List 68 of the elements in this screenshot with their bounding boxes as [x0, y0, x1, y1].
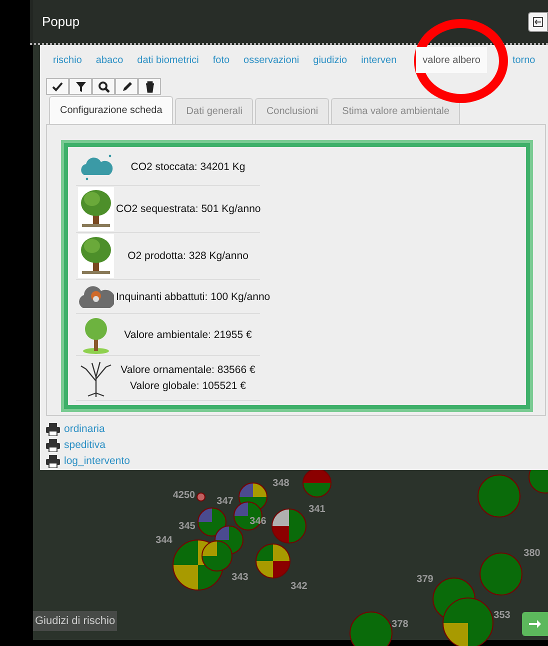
tree-marker[interactable]	[202, 540, 232, 572]
value-text: CO2 stoccata: 34201 Kg	[130, 160, 246, 175]
subtab[interactable]: Dati generali	[175, 98, 254, 124]
tree-icon	[81, 316, 111, 354]
tab[interactable]: osservazioni	[236, 47, 306, 73]
value-text: Valore ambientale: 21955 €	[123, 328, 253, 342]
tree-number: 345	[178, 521, 196, 532]
subtab[interactable]: Stima valore ambientale	[331, 98, 460, 124]
print-link[interactable]: speditiva	[64, 439, 106, 451]
bare-tree-icon	[78, 359, 114, 397]
tree-number: 341	[308, 504, 326, 515]
tab[interactable]: foto	[206, 47, 237, 73]
tree-number: 4250	[172, 490, 196, 501]
printer-icon[interactable]	[46, 454, 60, 468]
tree-number: 353	[494, 610, 510, 621]
value-text: Valore ornamentale: 83566 €	[120, 363, 256, 378]
check-icon	[52, 80, 64, 92]
popup-title: Popup	[42, 14, 80, 29]
tree-number: 348	[272, 478, 290, 489]
filter-button[interactable]	[69, 78, 92, 95]
back-button[interactable]	[528, 12, 548, 32]
tree-icon	[78, 187, 114, 231]
tab[interactable]: interven	[354, 47, 404, 73]
printer-icon[interactable]	[46, 422, 60, 436]
tree-marker[interactable]	[272, 508, 306, 544]
map-legend: Giudizi di rischio	[33, 611, 118, 631]
value-text: Inquinanti abbattuti: 100 Kg/anno	[116, 290, 270, 304]
tree-marker[interactable]	[350, 612, 392, 646]
zoom-button[interactable]	[92, 78, 115, 95]
tab[interactable]: abaco	[88, 47, 130, 73]
zoom-icon	[98, 80, 110, 92]
tree-marker[interactable]	[442, 598, 494, 646]
print-link[interactable]: ordinaria	[64, 423, 105, 435]
printer-icon[interactable]	[46, 438, 60, 452]
pencil-icon	[120, 80, 132, 92]
tab[interactable]: valore albero	[416, 47, 488, 73]
tree-number: 380	[524, 548, 540, 559]
tree-number: 343	[232, 572, 248, 583]
cloud-icon	[78, 153, 114, 181]
trash-icon	[144, 80, 156, 92]
value-text: CO2 sequestrata: 501 Kg/anno	[116, 202, 261, 217]
tree-number: 344	[156, 535, 172, 546]
tree-marker[interactable]	[256, 544, 290, 578]
subtab[interactable]: Configurazione scheda	[49, 96, 174, 124]
tree-marker[interactable]	[196, 492, 206, 502]
value-text: Valore globale: 105521 €	[129, 379, 247, 394]
tree-marker[interactable]	[302, 468, 332, 498]
filter-icon	[74, 80, 86, 92]
pencil-button[interactable]	[115, 78, 138, 95]
check-button[interactable]	[46, 78, 69, 95]
arrow-left-icon	[533, 16, 543, 26]
print-link[interactable]: log_intervento	[64, 455, 130, 467]
tab[interactable]: giudizio	[306, 47, 354, 73]
tree-marker[interactable]	[198, 508, 226, 536]
subtab[interactable]: Conclusioni	[255, 98, 330, 124]
tree-number: 378	[392, 619, 408, 630]
tree-marker[interactable]	[480, 552, 522, 596]
arrow-right-icon	[529, 620, 541, 628]
trash-button[interactable]	[138, 78, 161, 95]
tab[interactable]: dati biometrici	[130, 47, 206, 73]
tree-marker[interactable]	[478, 474, 520, 518]
tree-number: 347	[216, 496, 234, 507]
tree-number: 342	[290, 581, 308, 592]
tree-number: 379	[416, 574, 434, 585]
tab[interactable]: rischio	[46, 47, 89, 73]
tab[interactable]: torno	[505, 47, 542, 73]
value-text: O2 prodotta: 328 Kg/anno	[126, 249, 250, 264]
tree-icon	[78, 234, 114, 278]
